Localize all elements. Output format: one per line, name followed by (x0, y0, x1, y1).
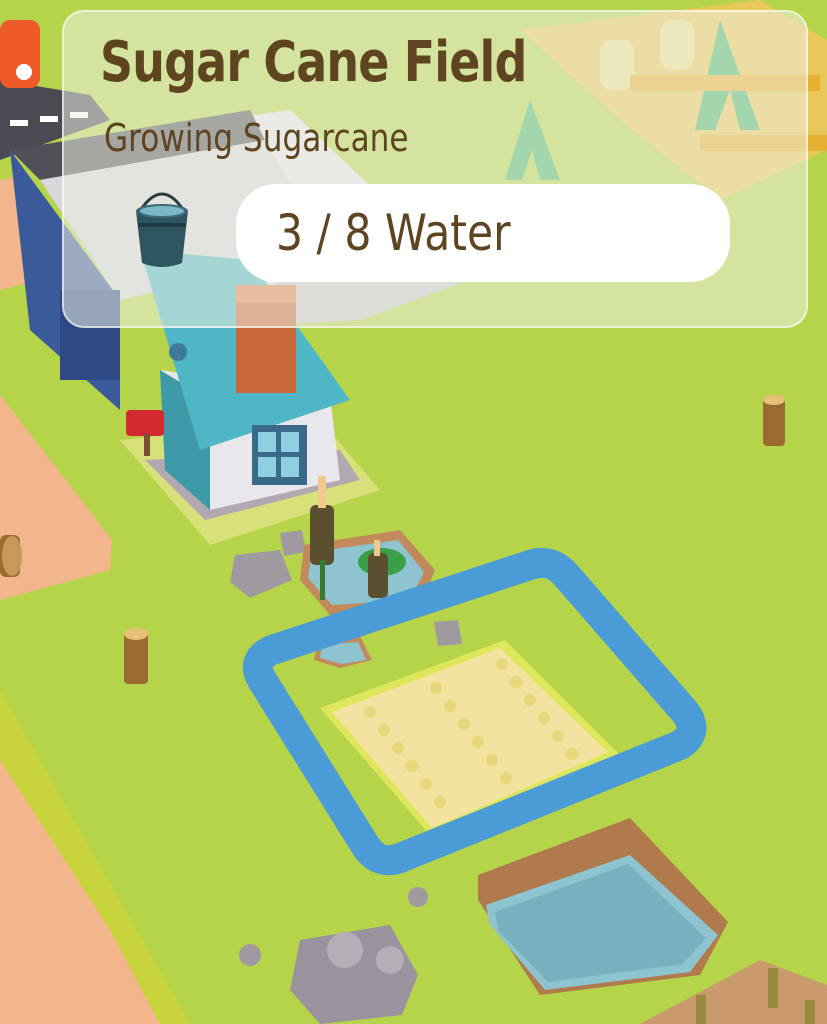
orange-truck[interactable] (0, 20, 40, 88)
wood-stump[interactable] (124, 628, 148, 684)
water-count: 3 / 8 Water (276, 204, 511, 262)
water-bucket-icon[interactable] (130, 183, 194, 273)
wood-log[interactable] (0, 535, 22, 577)
water-progress-pill: 3 / 8 Water (236, 184, 730, 282)
field-status: Growing Sugarcane (104, 116, 409, 160)
stone (434, 620, 462, 646)
stone (280, 530, 306, 556)
field-title: Sugar Cane Field (100, 30, 527, 95)
wood-stump[interactable] (763, 395, 785, 446)
